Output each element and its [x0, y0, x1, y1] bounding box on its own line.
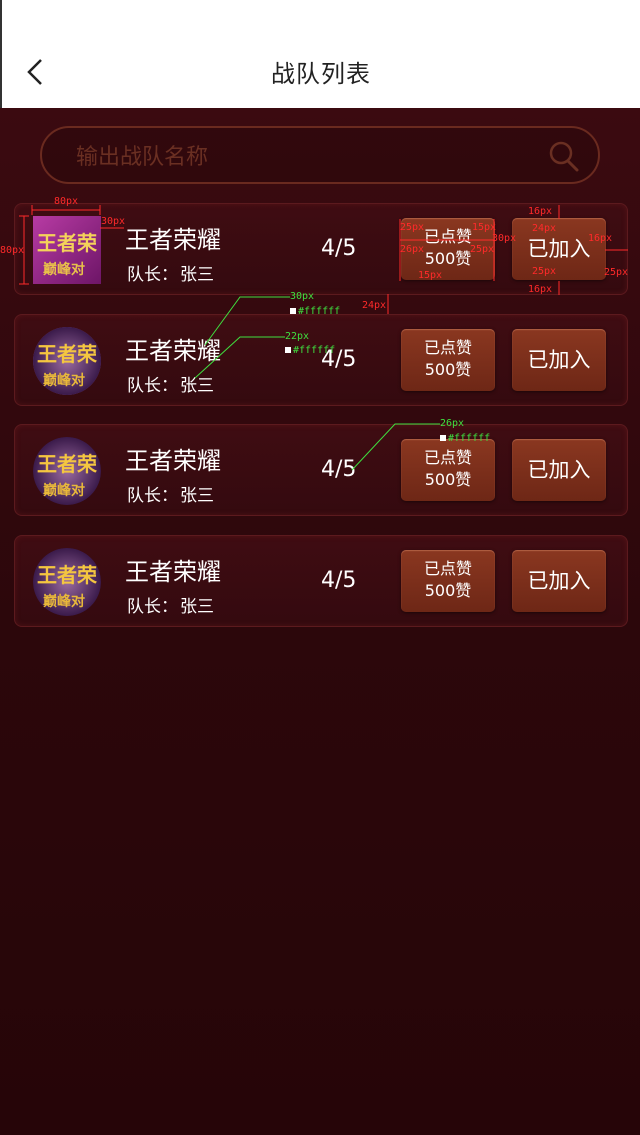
measure-label: 16px [588, 233, 613, 244]
measure-label: 15px [418, 270, 443, 281]
measure-label: 25px [532, 266, 557, 277]
search-icon[interactable] [548, 140, 580, 172]
team-avatar: 王者荣 巅峰对 [33, 327, 101, 395]
team-captain: 队长： 张三 [127, 597, 214, 617]
join-button[interactable]: 已加入 [512, 550, 606, 612]
team-captain: 队长： 张三 [127, 376, 214, 396]
measure-label: 24px [532, 223, 557, 234]
measure-label: 16px [528, 206, 553, 217]
svg-text:巅峰对: 巅峰对 [43, 372, 85, 389]
measure-label: 26px [400, 244, 425, 255]
measure-label: 15px [472, 222, 497, 233]
color-label: #ffffff [440, 433, 490, 444]
member-count: 4/5 [321, 568, 357, 593]
measure-label: 30px [492, 233, 517, 244]
team-avatar: 王者荣 巅峰对 [33, 548, 101, 616]
join-button[interactable]: 已加入 [512, 329, 606, 391]
team-name: 王者荣耀 [125, 447, 221, 475]
team-captain: 队长： 张三 [127, 486, 214, 506]
measure-label: 25px [604, 267, 629, 278]
svg-text:巅峰对: 巅峰对 [43, 593, 85, 610]
measure-label: 26px [440, 418, 465, 429]
color-label: #ffffff [290, 306, 340, 317]
like-button[interactable]: 已点赞 500赞 [401, 550, 495, 612]
like-button[interactable]: 已点赞 500赞 [401, 329, 495, 391]
color-label: #ffffff [285, 345, 335, 356]
measure-label: 25px [400, 222, 425, 233]
measure-label: 25px [470, 244, 495, 255]
team-card[interactable]: 王者荣 巅峰对 王者荣耀 队长： 张三 4/5 已点赞 500赞 已加入 [14, 535, 628, 627]
team-name: 王者荣耀 [125, 558, 221, 586]
team-avatar: 王者荣 巅峰对 [33, 216, 101, 284]
svg-text:王者荣: 王者荣 [37, 452, 98, 476]
team-card[interactable]: 王者荣 巅峰对 王者荣耀 队长： 张三 4/5 已点赞 500赞 已加入 [14, 314, 628, 406]
join-button[interactable]: 已加入 [512, 218, 606, 280]
like-button[interactable]: 已点赞 500赞 [401, 439, 495, 501]
measure-label: 24px [362, 300, 387, 311]
measure-label: 16px [528, 284, 553, 295]
svg-text:巅峰对: 巅峰对 [43, 482, 85, 499]
search-bar [40, 126, 600, 184]
measure-label: 30px [290, 291, 315, 302]
team-list-area: 王者荣 巅峰对 王者荣耀 队长：张三 4/5 已点赞500赞 已加入 王者荣 巅… [0, 108, 640, 1135]
team-name: 王者荣耀 [125, 226, 221, 254]
svg-text:巅峰对: 巅峰对 [43, 261, 85, 278]
member-count: 4/5 [321, 236, 357, 261]
team-name: 王者荣耀 [125, 337, 221, 365]
measure-label: 30px [101, 216, 126, 227]
page-title: 战队列表 [271, 60, 371, 88]
search-input[interactable] [74, 140, 538, 174]
measure-label: 22px [285, 331, 310, 342]
member-count: 4/5 [321, 457, 357, 482]
svg-text:王者荣: 王者荣 [37, 563, 98, 587]
team-avatar: 王者荣 巅峰对 [33, 437, 101, 505]
header-bar: 战队列表 [0, 0, 640, 108]
team-card[interactable]: 王者荣 巅峰对 王者荣耀 队长： 张三 4/5 已点赞 500赞 已加入 [14, 424, 628, 516]
measure-label: 80px [0, 245, 25, 256]
svg-text:王者荣: 王者荣 [37, 342, 98, 366]
team-captain: 队长： 张三 [127, 265, 214, 285]
join-button[interactable]: 已加入 [512, 439, 606, 501]
svg-text:王者荣: 王者荣 [37, 231, 98, 255]
measure-label: 80px [54, 196, 79, 207]
